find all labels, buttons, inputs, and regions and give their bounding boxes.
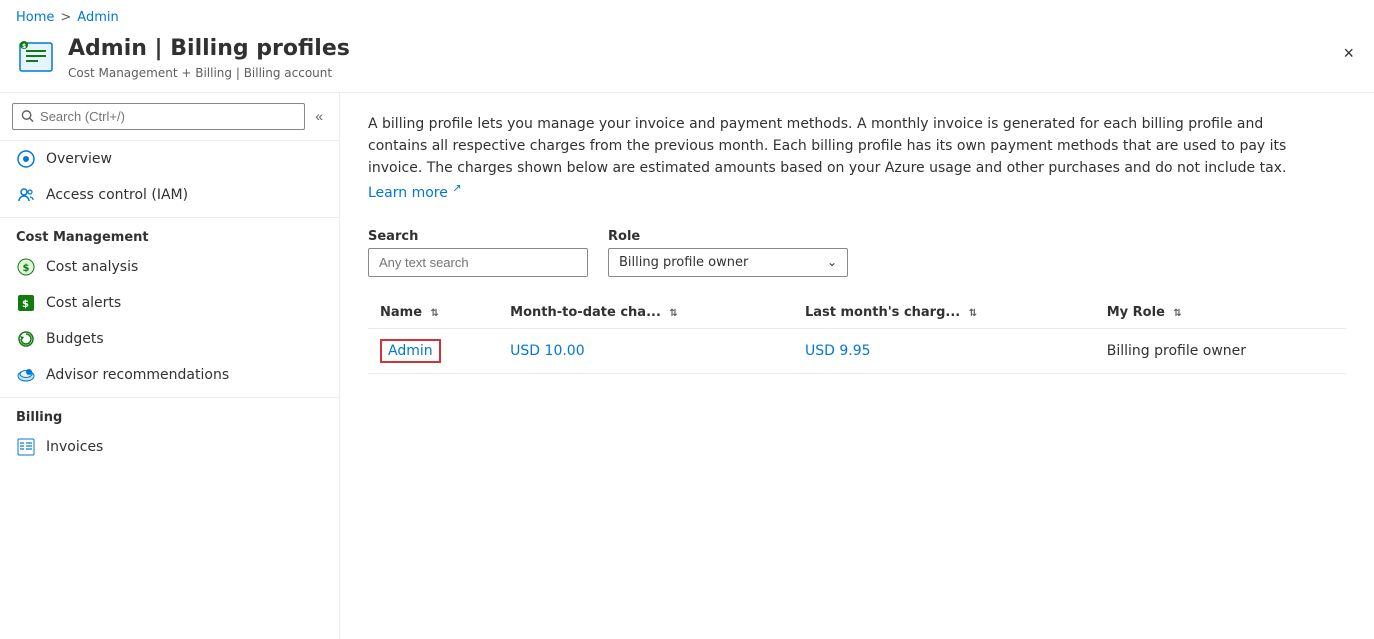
chevron-down-icon: ⌄ <box>827 255 837 269</box>
search-filter-label: Search <box>368 229 588 244</box>
sidebar-item-cost-analysis-label: Cost analysis <box>46 259 138 275</box>
sort-icon-month-to-date: ⇅ <box>669 308 677 319</box>
breadcrumb-separator: > <box>60 10 71 25</box>
sidebar-nav: Overview Access control (IAM) Cost Manag… <box>0 141 339 639</box>
sidebar-item-cost-analysis[interactable]: $ Cost analysis <box>0 249 339 285</box>
role-filter-label: Role <box>608 229 848 244</box>
sidebar: « Overview <box>0 93 340 639</box>
search-filter-group: Search <box>368 229 588 277</box>
admin-cell: Admin <box>380 339 486 363</box>
billing-description: A billing profile lets you manage your i… <box>368 113 1288 205</box>
advisor-recommendations-icon <box>16 365 36 385</box>
sort-icon-name: ⇅ <box>431 308 439 319</box>
content-area: A billing profile lets you manage your i… <box>340 93 1374 639</box>
close-button[interactable]: × <box>1339 39 1358 68</box>
external-link-icon: ↗ <box>452 182 461 195</box>
table-row: Admin USD 10.00 USD 9.95 Billing profile… <box>368 328 1346 373</box>
last-month-amount: USD 9.95 <box>805 343 871 359</box>
admin-profile-link[interactable]: Admin <box>380 339 441 363</box>
overview-icon <box>16 149 36 169</box>
sidebar-item-cost-alerts[interactable]: $ Cost alerts <box>0 285 339 321</box>
collapse-sidebar-button[interactable]: « <box>311 104 327 128</box>
sidebar-item-invoices-label: Invoices <box>46 439 103 455</box>
breadcrumb: Home > Admin <box>0 0 1374 31</box>
table-cell-my-role: Billing profile owner <box>1095 328 1346 373</box>
page-title-block: Admin | Billing profiles Cost Management… <box>68 35 1358 80</box>
page-icon: $ <box>16 37 56 77</box>
sidebar-item-budgets-label: Budgets <box>46 331 104 347</box>
page-subtitle: Cost Management + Billing | Billing acco… <box>68 66 1358 80</box>
table-cell-month-to-date: USD 10.00 <box>498 328 793 373</box>
search-input-container[interactable] <box>12 103 305 130</box>
breadcrumb-home[interactable]: Home <box>16 10 54 25</box>
page-title: Admin | Billing profiles <box>68 35 1358 64</box>
sort-icon-last-month: ⇅ <box>969 308 977 319</box>
sidebar-item-cost-alerts-label: Cost alerts <box>46 295 121 311</box>
table-header-name[interactable]: Name ⇅ <box>368 297 498 329</box>
table-header: Name ⇅ Month-to-date cha... ⇅ Last month… <box>368 297 1346 329</box>
page-header: $ Admin | Billing profiles Cost Manageme… <box>0 31 1374 93</box>
table-header-my-role[interactable]: My Role ⇅ <box>1095 297 1346 329</box>
learn-more-link[interactable]: Learn more ↗ <box>368 185 462 201</box>
budgets-icon <box>16 329 36 349</box>
sidebar-item-overview-label: Overview <box>46 151 112 167</box>
breadcrumb-current[interactable]: Admin <box>77 10 118 25</box>
table-cell-name: Admin <box>368 328 498 373</box>
table-cell-last-month: USD 9.95 <box>793 328 1095 373</box>
sidebar-search-input[interactable] <box>40 109 296 124</box>
cost-analysis-icon: $ <box>16 257 36 277</box>
billing-section-title: Billing <box>0 397 339 429</box>
table-header-last-month[interactable]: Last month's charg... ⇅ <box>793 297 1095 329</box>
billing-profiles-table: Name ⇅ Month-to-date cha... ⇅ Last month… <box>368 297 1346 374</box>
svg-text:$: $ <box>23 263 30 274</box>
sidebar-item-advisor-recommendations-label: Advisor recommendations <box>46 367 229 383</box>
sidebar-item-overview[interactable]: Overview <box>0 141 339 177</box>
invoices-icon <box>16 437 36 457</box>
role-filter-group: Role Billing profile owner ⌄ <box>608 229 848 277</box>
table-header-month-to-date[interactable]: Month-to-date cha... ⇅ <box>498 297 793 329</box>
sidebar-item-budgets[interactable]: Budgets <box>0 321 339 357</box>
access-control-icon <box>16 185 36 205</box>
search-icon <box>21 109 34 123</box>
sidebar-item-invoices[interactable]: Invoices <box>0 429 339 465</box>
month-to-date-amount: USD 10.00 <box>510 343 584 359</box>
filters-row: Search Role Billing profile owner ⌄ <box>368 229 1346 277</box>
sidebar-item-advisor-recommendations[interactable]: Advisor recommendations <box>0 357 339 393</box>
search-box: « <box>0 93 339 141</box>
role-filter-value: Billing profile owner <box>619 255 827 270</box>
svg-text:$: $ <box>22 299 29 310</box>
sidebar-item-access-control-label: Access control (IAM) <box>46 187 188 203</box>
role-filter-select[interactable]: Billing profile owner ⌄ <box>608 248 848 277</box>
cost-alerts-icon: $ <box>16 293 36 313</box>
search-filter-input[interactable] <box>368 248 588 277</box>
my-role-value: Billing profile owner <box>1107 343 1246 359</box>
table-body: Admin USD 10.00 USD 9.95 Billing profile… <box>368 328 1346 373</box>
svg-text:$: $ <box>22 43 26 50</box>
main-layout: « Overview <box>0 93 1374 639</box>
sidebar-item-access-control[interactable]: Access control (IAM) <box>0 177 339 213</box>
cost-management-section-title: Cost Management <box>0 217 339 249</box>
sort-icon-my-role: ⇅ <box>1173 308 1181 319</box>
